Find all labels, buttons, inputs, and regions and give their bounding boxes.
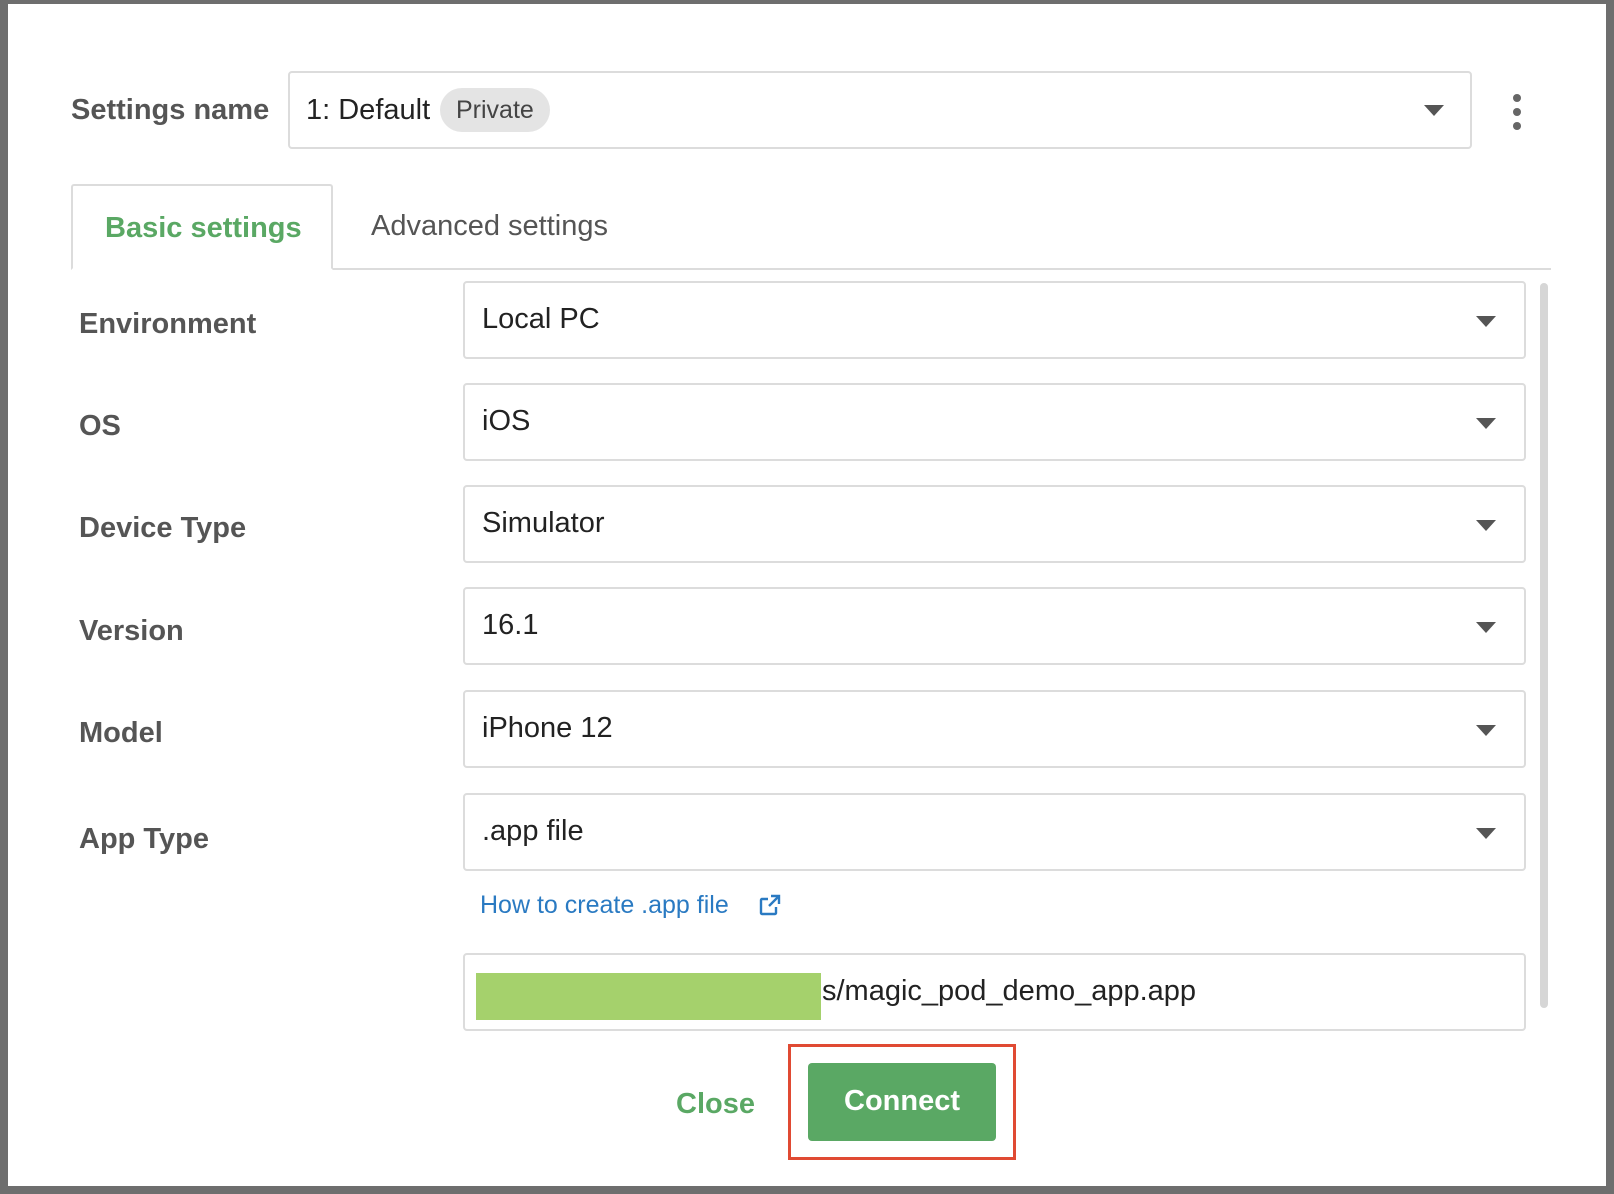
environment-row: Environment Local PC <box>8 281 1606 359</box>
external-link-icon[interactable] <box>758 893 782 917</box>
settings-name-select[interactable]: 1: Default Private <box>288 71 1472 149</box>
tab-basic-settings[interactable]: Basic settings <box>71 184 333 270</box>
version-select[interactable]: 16.1 <box>463 587 1526 665</box>
os-select[interactable]: iOS <box>463 383 1526 461</box>
tab-advanced-settings[interactable]: Advanced settings <box>371 210 608 243</box>
chevron-down-icon <box>1476 316 1496 327</box>
app-type-label: App Type <box>79 823 209 855</box>
device-type-value: Simulator <box>482 507 605 539</box>
more-vertical-icon[interactable] <box>1510 94 1524 134</box>
app-file-path-input[interactable]: s/magic_pod_demo_app.app <box>463 953 1526 1031</box>
model-label: Model <box>79 717 163 749</box>
app-file-path-value: s/magic_pod_demo_app.app <box>822 975 1197 1007</box>
app-type-row: App Type .app file <box>8 793 1606 871</box>
settings-tabs: Basic settings Advanced settings <box>71 184 1551 270</box>
version-value: 16.1 <box>482 609 539 641</box>
connect-button[interactable]: Connect <box>808 1063 996 1141</box>
device-type-select[interactable]: Simulator <box>463 485 1526 563</box>
chevron-down-icon <box>1424 105 1444 116</box>
chevron-down-icon <box>1476 725 1496 736</box>
redacted-path-block <box>476 973 821 1020</box>
private-badge: Private <box>440 88 550 132</box>
device-type-row: Device Type Simulator <box>8 485 1606 563</box>
environment-value: Local PC <box>482 303 600 335</box>
os-row: OS iOS <box>8 383 1606 461</box>
device-type-label: Device Type <box>79 512 247 544</box>
os-value: iOS <box>482 405 531 437</box>
app-type-select[interactable]: .app file <box>463 793 1526 871</box>
version-row: Version 16.1 <box>8 587 1606 665</box>
close-button[interactable]: Close <box>676 1088 755 1121</box>
model-select[interactable]: iPhone 12 <box>463 690 1526 768</box>
chevron-down-icon <box>1476 622 1496 633</box>
model-value: iPhone 12 <box>482 712 613 744</box>
version-label: Version <box>79 615 184 647</box>
chevron-down-icon <box>1476 828 1496 839</box>
environment-label: Environment <box>79 308 257 340</box>
tab-basic-settings-label: Basic settings <box>105 212 302 244</box>
connect-button-label: Connect <box>844 1085 960 1117</box>
chevron-down-icon <box>1476 520 1496 531</box>
settings-name-row: Settings name 1: Default Private <box>8 4 1606 154</box>
settings-name-label: Settings name <box>71 94 270 126</box>
vertical-scrollbar[interactable] <box>1540 283 1548 1008</box>
chevron-down-icon <box>1476 418 1496 429</box>
os-label: OS <box>79 410 121 442</box>
environment-select[interactable]: Local PC <box>463 281 1526 359</box>
app-type-value: .app file <box>482 815 584 847</box>
settings-name-value: 1: Default <box>306 94 431 126</box>
connection-settings-dialog: Settings name 1: Default Private Basic s… <box>8 4 1606 1186</box>
model-row: Model iPhone 12 <box>8 690 1606 768</box>
how-to-create-app-file-link[interactable]: How to create .app file <box>480 891 729 920</box>
